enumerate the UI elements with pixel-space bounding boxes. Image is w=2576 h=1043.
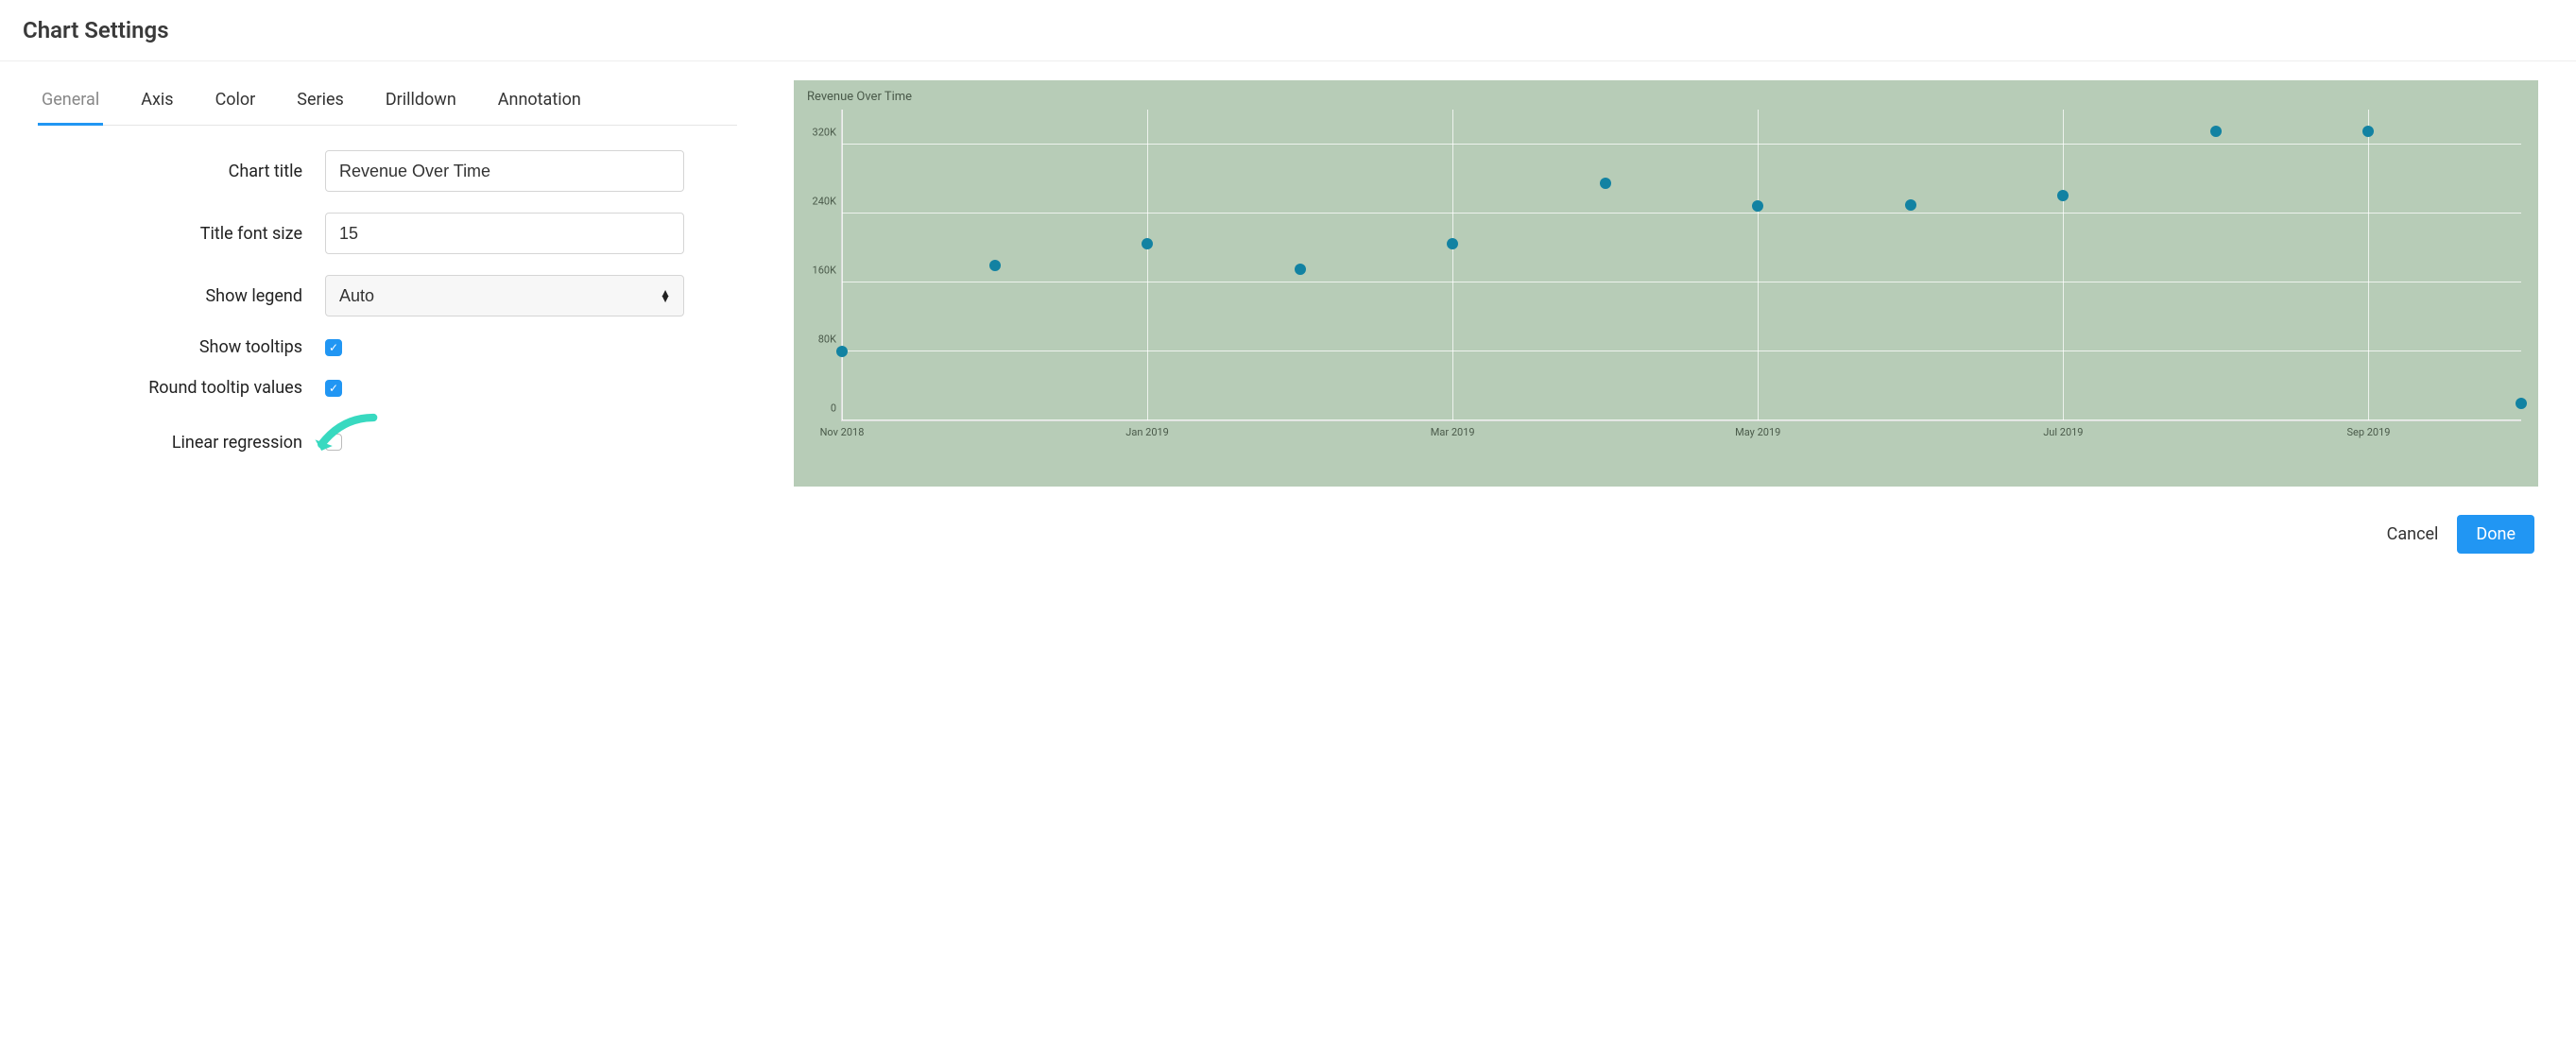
data-point bbox=[2516, 398, 2527, 409]
data-point bbox=[2057, 190, 2069, 201]
linear-regression-checkbox[interactable] bbox=[325, 434, 342, 451]
x-tick-label: Sep 2019 bbox=[2346, 420, 2390, 438]
gridline-v bbox=[1758, 110, 1759, 420]
gridline-h bbox=[842, 144, 2521, 145]
chart-plot-area: 080K160K240K320KNov 2018Jan 2019Mar 2019… bbox=[841, 110, 2521, 421]
round-tooltip-values-checkbox[interactable]: ✓ bbox=[325, 380, 342, 397]
data-point bbox=[2210, 126, 2222, 137]
data-point bbox=[1752, 200, 1763, 212]
tab-general[interactable]: General bbox=[38, 80, 103, 126]
title-font-size-label: Title font size bbox=[38, 224, 302, 244]
y-tick-label: 320K bbox=[813, 126, 842, 138]
show-legend-select[interactable] bbox=[325, 275, 684, 316]
data-point bbox=[836, 346, 848, 357]
round-tooltip-values-label: Round tooltip values bbox=[38, 378, 302, 398]
annotation-arrow-icon bbox=[308, 413, 384, 460]
tab-annotation[interactable]: Annotation bbox=[494, 80, 585, 125]
cancel-button[interactable]: Cancel bbox=[2387, 524, 2439, 544]
title-font-size-input[interactable] bbox=[325, 213, 684, 254]
y-tick-label: 160K bbox=[813, 264, 842, 276]
data-point bbox=[1447, 238, 1458, 249]
x-tick-label: Nov 2018 bbox=[820, 420, 865, 438]
gridline-v bbox=[842, 110, 843, 420]
y-tick-label: 240K bbox=[813, 195, 842, 207]
tab-axis[interactable]: Axis bbox=[137, 80, 177, 125]
linear-regression-label: Linear regression bbox=[38, 433, 302, 453]
gridline-v bbox=[1147, 110, 1148, 420]
gridline-v bbox=[2063, 110, 2064, 420]
page-title: Chart Settings bbox=[0, 0, 2576, 61]
show-tooltips-checkbox[interactable]: ✓ bbox=[325, 339, 342, 356]
x-tick-label: Jan 2019 bbox=[1125, 420, 1169, 438]
chart-title-input[interactable] bbox=[325, 150, 684, 192]
settings-form: General Axis Color Series Drilldown Annotatio… bbox=[38, 80, 737, 487]
data-point bbox=[989, 260, 1001, 271]
show-tooltips-label: Show tooltips bbox=[38, 337, 302, 357]
x-tick-label: Jul 2019 bbox=[2043, 420, 2083, 438]
y-tick-label: 0 bbox=[831, 402, 842, 415]
gridline-h bbox=[842, 213, 2521, 214]
gridline-v bbox=[2368, 110, 2369, 420]
tab-series[interactable]: Series bbox=[293, 80, 348, 125]
y-tick-label: 80K bbox=[818, 333, 842, 345]
done-button[interactable]: Done bbox=[2457, 515, 2534, 554]
chart-title-text: Revenue Over Time bbox=[807, 90, 2525, 104]
chart-preview: Revenue Over Time 080K160K240K320KNov 20… bbox=[794, 80, 2538, 487]
gridline-v bbox=[1452, 110, 1453, 420]
tab-color[interactable]: Color bbox=[212, 80, 260, 125]
data-point bbox=[1600, 178, 1611, 189]
tabs: General Axis Color Series Drilldown Annotatio… bbox=[38, 80, 737, 126]
data-point bbox=[1905, 199, 1916, 211]
gridline-h bbox=[842, 419, 2521, 420]
data-point bbox=[1142, 238, 1153, 249]
chart-title-label: Chart title bbox=[38, 162, 302, 181]
x-tick-label: Mar 2019 bbox=[1431, 420, 1475, 438]
dialog-footer: Cancel Done bbox=[0, 505, 2576, 582]
data-point bbox=[2362, 126, 2374, 137]
data-point bbox=[1295, 264, 1306, 275]
show-legend-label: Show legend bbox=[38, 286, 302, 306]
x-tick-label: May 2019 bbox=[1735, 420, 1780, 438]
tab-drilldown[interactable]: Drilldown bbox=[382, 80, 460, 125]
